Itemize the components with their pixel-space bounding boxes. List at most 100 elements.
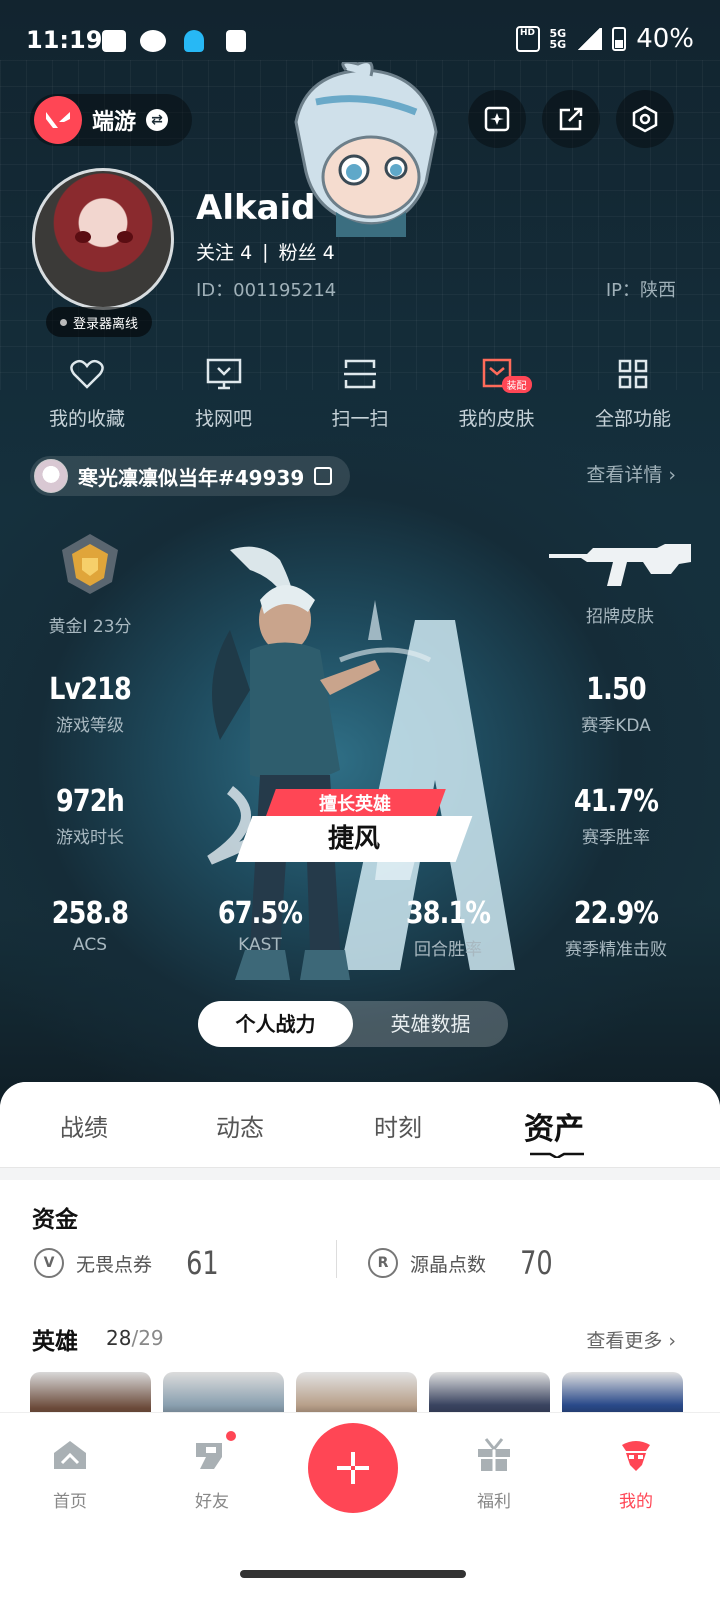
online-status-badge: 登录器离线 [46, 307, 153, 337]
acs-label: ACS [73, 935, 107, 955]
tab-indicator [530, 1152, 584, 1158]
hd-icon: HD [515, 26, 540, 52]
quick-skins[interactable]: 装配 我的皮肤 [430, 354, 564, 431]
avatar[interactable] [32, 168, 174, 310]
share-button[interactable] [542, 90, 600, 148]
username: Alkaid [196, 188, 316, 228]
valorant-logo-icon [34, 96, 82, 144]
vp-label: 无畏点券 [76, 1253, 153, 1276]
create-post-button[interactable] [308, 1423, 398, 1513]
app-switch-button[interactable]: 端游 ⇄ [30, 94, 192, 146]
data-mode-toggle: 个人战力 英雄数据 [198, 1001, 508, 1047]
rp-label: 源晶点数 [410, 1253, 487, 1276]
nav-label: 好友 [195, 1492, 229, 1512]
kast-label: KAST [238, 935, 282, 955]
signal-icon [576, 28, 603, 50]
funds-title: 资金 [32, 1207, 78, 1233]
notification-icon [102, 30, 126, 52]
equip-badge: 装配 [501, 376, 532, 393]
home-icon [54, 1441, 86, 1469]
app-name: 端游 [92, 110, 137, 135]
hero-banner-name[interactable]: 捷风 [235, 816, 473, 862]
see-more-link[interactable]: 查看更多 › [586, 1326, 676, 1353]
online-status-text: 登录器离线 [73, 316, 139, 332]
fans-link[interactable]: 粉丝 4 [279, 238, 335, 265]
status-time: 11:19 [26, 26, 103, 54]
swap-icon: ⇄ [146, 109, 169, 131]
user-id: ID：001195214 [196, 280, 337, 301]
avatar-eye [75, 231, 91, 243]
hero-count: 28/29 [106, 1326, 164, 1350]
quick-scan[interactable]: 扫一扫 [293, 354, 427, 431]
tab-record[interactable]: 战绩 [60, 1108, 108, 1143]
share-icon [559, 107, 583, 131]
valorant-points-icon: V [34, 1248, 64, 1278]
level-stat: Lv218 游戏等级 [10, 672, 170, 736]
hexagon-settings-icon [632, 105, 658, 133]
nav-profile[interactable]: 我的 [586, 1435, 686, 1512]
following-link[interactable]: 关注 4 [196, 238, 252, 265]
winrate-label: 赛季胜率 [582, 828, 650, 848]
hours-stat: 972h 游戏时长 [10, 784, 170, 848]
view-details-link[interactable]: 查看详情 › [586, 460, 676, 487]
tab-bar: 战绩 动态 时刻 资产 [0, 1082, 720, 1168]
rp-fund: R 源晶点数 70 [368, 1244, 557, 1282]
tab-moments[interactable]: 时刻 [374, 1108, 422, 1143]
round-winrate-value: 38.1% [405, 896, 491, 931]
kda-stat: 1.50 赛季KDA [536, 672, 696, 736]
profile-icon [622, 1441, 650, 1471]
rifle-skin-icon [549, 544, 691, 586]
home-indicator[interactable] [240, 1570, 466, 1578]
quick-label: 找网吧 [194, 408, 252, 430]
nav-friends[interactable]: 好友 [162, 1429, 262, 1512]
kast-value: 67.5% [217, 896, 303, 931]
heart-icon [67, 354, 107, 394]
radianite-points-icon: R [368, 1248, 398, 1278]
winrate-value: 41.7% [573, 784, 659, 819]
monitor-icon [204, 354, 244, 394]
nav-home[interactable]: 首页 [20, 1435, 120, 1512]
battery-percent: 40% [636, 24, 694, 54]
qq-icon [184, 30, 204, 52]
winrate-stat: 41.7% 赛季胜率 [536, 784, 696, 848]
quick-all-functions[interactable]: 全部功能 [566, 354, 700, 431]
acs-stat: 258.8 ACS [10, 896, 170, 955]
kda-label: 赛季KDA [581, 716, 651, 736]
nav-welfare[interactable]: 福利 [444, 1435, 544, 1512]
avatar-eye [117, 231, 133, 243]
separator: | [262, 240, 269, 263]
level-value: Lv218 [49, 672, 132, 707]
sparkle-card-icon [484, 106, 510, 132]
nav-label: 我的 [619, 1492, 653, 1512]
card-edit-button[interactable] [468, 90, 526, 148]
toggle-hero-data[interactable]: 英雄数据 [353, 1001, 508, 1047]
vp-fund: V 无畏点券 61 [34, 1244, 223, 1282]
rank-label: 黄金I 23分 [48, 617, 132, 637]
battery-icon [612, 27, 627, 51]
nav-label: 首页 [53, 1492, 87, 1512]
kast-stat: 67.5% KAST [180, 896, 340, 955]
quick-label: 扫一扫 [331, 408, 389, 430]
heroes-title: 英雄 [32, 1329, 78, 1355]
mail-icon [226, 30, 246, 52]
divider [336, 1240, 337, 1278]
game-account-name: 寒光凛凛似当年#49939 [78, 465, 305, 490]
round-winrate-stat: 38.1% 回合胜率 [368, 896, 528, 960]
quick-favorites[interactable]: 我的收藏 [20, 354, 154, 431]
round-winrate-label: 回合胜率 [414, 940, 482, 960]
copy-icon[interactable] [314, 467, 333, 485]
scan-icon [340, 354, 380, 394]
settings-button[interactable] [616, 90, 674, 148]
game-account-pill[interactable]: 寒光凛凛似当年#49939 [30, 456, 351, 496]
grid-icon [613, 354, 653, 394]
rp-value: 70 [520, 1244, 553, 1282]
skin-stat[interactable]: 招牌皮肤 [540, 540, 700, 627]
quick-label: 我的收藏 [48, 408, 125, 430]
toggle-personal-power[interactable]: 个人战力 [198, 1001, 353, 1047]
quick-netcafe[interactable]: 找网吧 [157, 354, 291, 431]
hours-label: 游戏时长 [56, 828, 124, 848]
quick-label: 我的皮肤 [458, 408, 535, 430]
tab-assets[interactable]: 资产 [524, 1104, 584, 1148]
tab-feed[interactable]: 动态 [216, 1108, 264, 1143]
rank-stat[interactable]: 黄金I 23分 [10, 532, 170, 637]
